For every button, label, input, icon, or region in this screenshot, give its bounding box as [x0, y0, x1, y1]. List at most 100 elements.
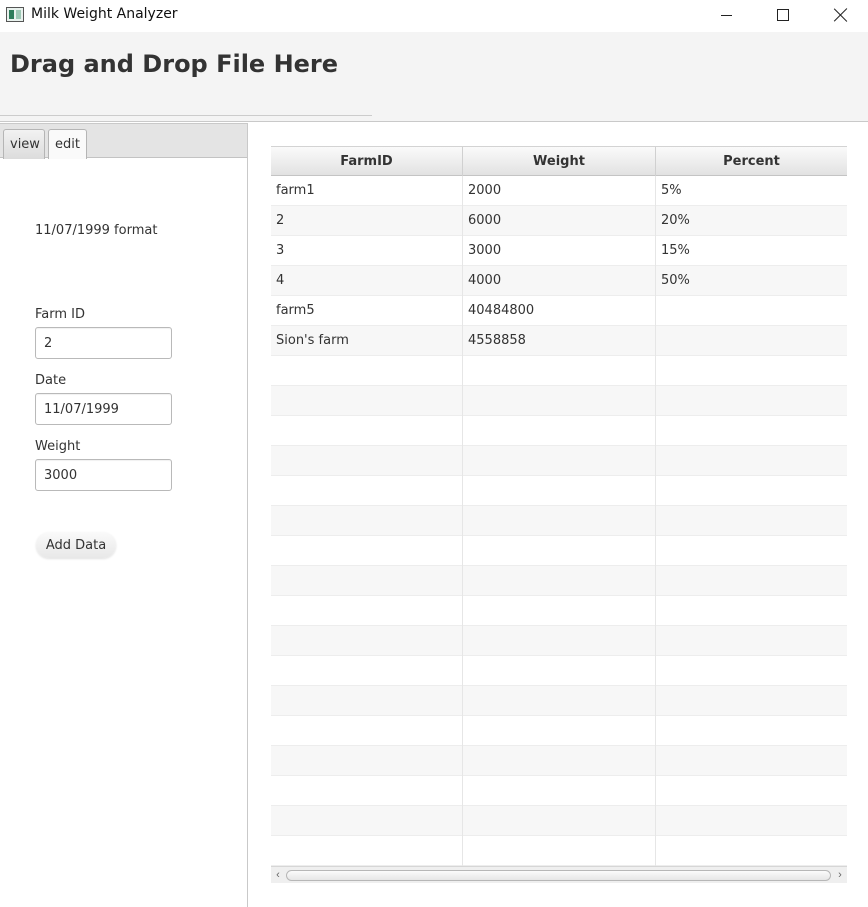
maximize-icon [777, 9, 789, 21]
table-cell [271, 446, 463, 476]
table-row-empty[interactable] [271, 506, 847, 536]
table-row-empty[interactable] [271, 536, 847, 566]
horizontal-scrollbar[interactable]: ‹ › [271, 866, 847, 883]
table-cell [656, 536, 847, 566]
minimize-button[interactable] [703, 0, 749, 30]
table-cell [271, 716, 463, 746]
table-row-empty[interactable] [271, 776, 847, 806]
table-row-empty[interactable] [271, 566, 847, 596]
table-cell [656, 476, 847, 506]
table-cell [463, 536, 656, 566]
table-cell [271, 536, 463, 566]
table-cell [463, 686, 656, 716]
table-cell: 2000 [463, 176, 656, 206]
table-row-empty[interactable] [271, 356, 847, 386]
table-cell: 6000 [463, 206, 656, 236]
table-cell [656, 836, 847, 866]
column-header-weight[interactable]: Weight [463, 147, 656, 176]
table-cell [656, 656, 847, 686]
table-cell [463, 506, 656, 536]
close-button[interactable] [818, 0, 864, 30]
table-cell: 15% [661, 243, 690, 258]
table-cell [271, 416, 463, 446]
table-cell [463, 656, 656, 686]
table-cell: 2 [271, 206, 463, 236]
table-cell [656, 446, 847, 476]
drop-zone-divider [0, 115, 372, 116]
table-cell [656, 686, 847, 716]
table-row-empty[interactable] [271, 836, 847, 866]
weight-label: Weight [35, 439, 81, 454]
table-row[interactable]: farm1 2000 5% [271, 176, 847, 206]
table-row[interactable]: 4 4000 50% [271, 266, 847, 296]
table-cell [463, 806, 656, 836]
table-cell [463, 626, 656, 656]
date-format-hint: 11/07/1999 format [35, 223, 158, 238]
drop-zone-title: Drag and Drop File Here [10, 50, 339, 78]
table-cell: 40484800 [463, 296, 656, 326]
table-row-empty[interactable] [271, 686, 847, 716]
table-cell [656, 746, 847, 776]
date-label: Date [35, 373, 67, 388]
weight-input[interactable] [35, 459, 172, 491]
table-cell [463, 566, 656, 596]
table-cell [271, 566, 463, 596]
column-header-percent[interactable]: Percent [656, 147, 847, 176]
tab-view[interactable]: view [3, 129, 45, 159]
table-row[interactable]: 2 6000 20% [271, 206, 847, 236]
table-cell: 20% [661, 213, 690, 228]
table-cell [656, 506, 847, 536]
table-row-empty[interactable] [271, 626, 847, 656]
maximize-button[interactable] [760, 0, 806, 30]
table-row-empty[interactable] [271, 716, 847, 746]
table-row-empty[interactable] [271, 386, 847, 416]
table-cell: farm1 [271, 176, 463, 206]
table-row-empty[interactable] [271, 596, 847, 626]
table-row[interactable]: farm5 40484800 [271, 296, 847, 326]
drop-zone[interactable]: Drag and Drop File Here [0, 32, 868, 122]
table-row-empty[interactable] [271, 746, 847, 776]
table-row-empty[interactable] [271, 446, 847, 476]
table-cell: 5% [661, 183, 682, 198]
table-cell [463, 356, 656, 386]
tab-edit[interactable]: edit [48, 129, 87, 159]
app-window-icon [6, 7, 24, 22]
add-data-button[interactable]: Add Data [36, 532, 116, 558]
table-cell: 4 [271, 266, 463, 296]
table-cell [656, 806, 847, 836]
column-header-farmid[interactable]: FarmID [271, 147, 463, 176]
close-icon [834, 8, 848, 22]
table-row-empty[interactable] [271, 656, 847, 686]
table-cell: 50% [661, 273, 690, 288]
farm-id-input[interactable] [35, 327, 172, 359]
table-cell [271, 656, 463, 686]
table-row-empty[interactable] [271, 416, 847, 446]
table-cell: 3 [271, 236, 463, 266]
scroll-thumb[interactable] [286, 870, 831, 881]
table-cell [463, 746, 656, 776]
table-cell [656, 416, 847, 446]
date-input[interactable] [35, 393, 172, 425]
table-row-empty[interactable] [271, 806, 847, 836]
table-cell [463, 416, 656, 446]
table-cell: 4558858 [463, 326, 656, 356]
scroll-left-icon[interactable]: ‹ [272, 869, 284, 881]
table-row-empty[interactable] [271, 476, 847, 506]
table-cell [463, 446, 656, 476]
table-cell [656, 386, 847, 416]
scroll-right-icon[interactable]: › [834, 869, 846, 881]
table-cell [656, 596, 847, 626]
title-bar: Milk Weight Analyzer [0, 0, 868, 32]
table-row[interactable]: Sion's farm 4558858 [271, 326, 847, 356]
table-cell [656, 566, 847, 596]
table-body: farm1 2000 5% 2 6000 20% 3 3000 15% 4 4000 50% farm5… [271, 176, 847, 866]
table-cell [656, 296, 847, 326]
table-row[interactable]: 3 3000 15% [271, 236, 847, 266]
table-cell [271, 506, 463, 536]
edit-panel: view edit 11/07/1999 format Farm ID Date… [0, 123, 248, 907]
table-cell [463, 596, 656, 626]
farm-id-label: Farm ID [35, 307, 86, 322]
table-cell [463, 476, 656, 506]
table-cell [463, 836, 656, 866]
table-cell [656, 626, 847, 656]
